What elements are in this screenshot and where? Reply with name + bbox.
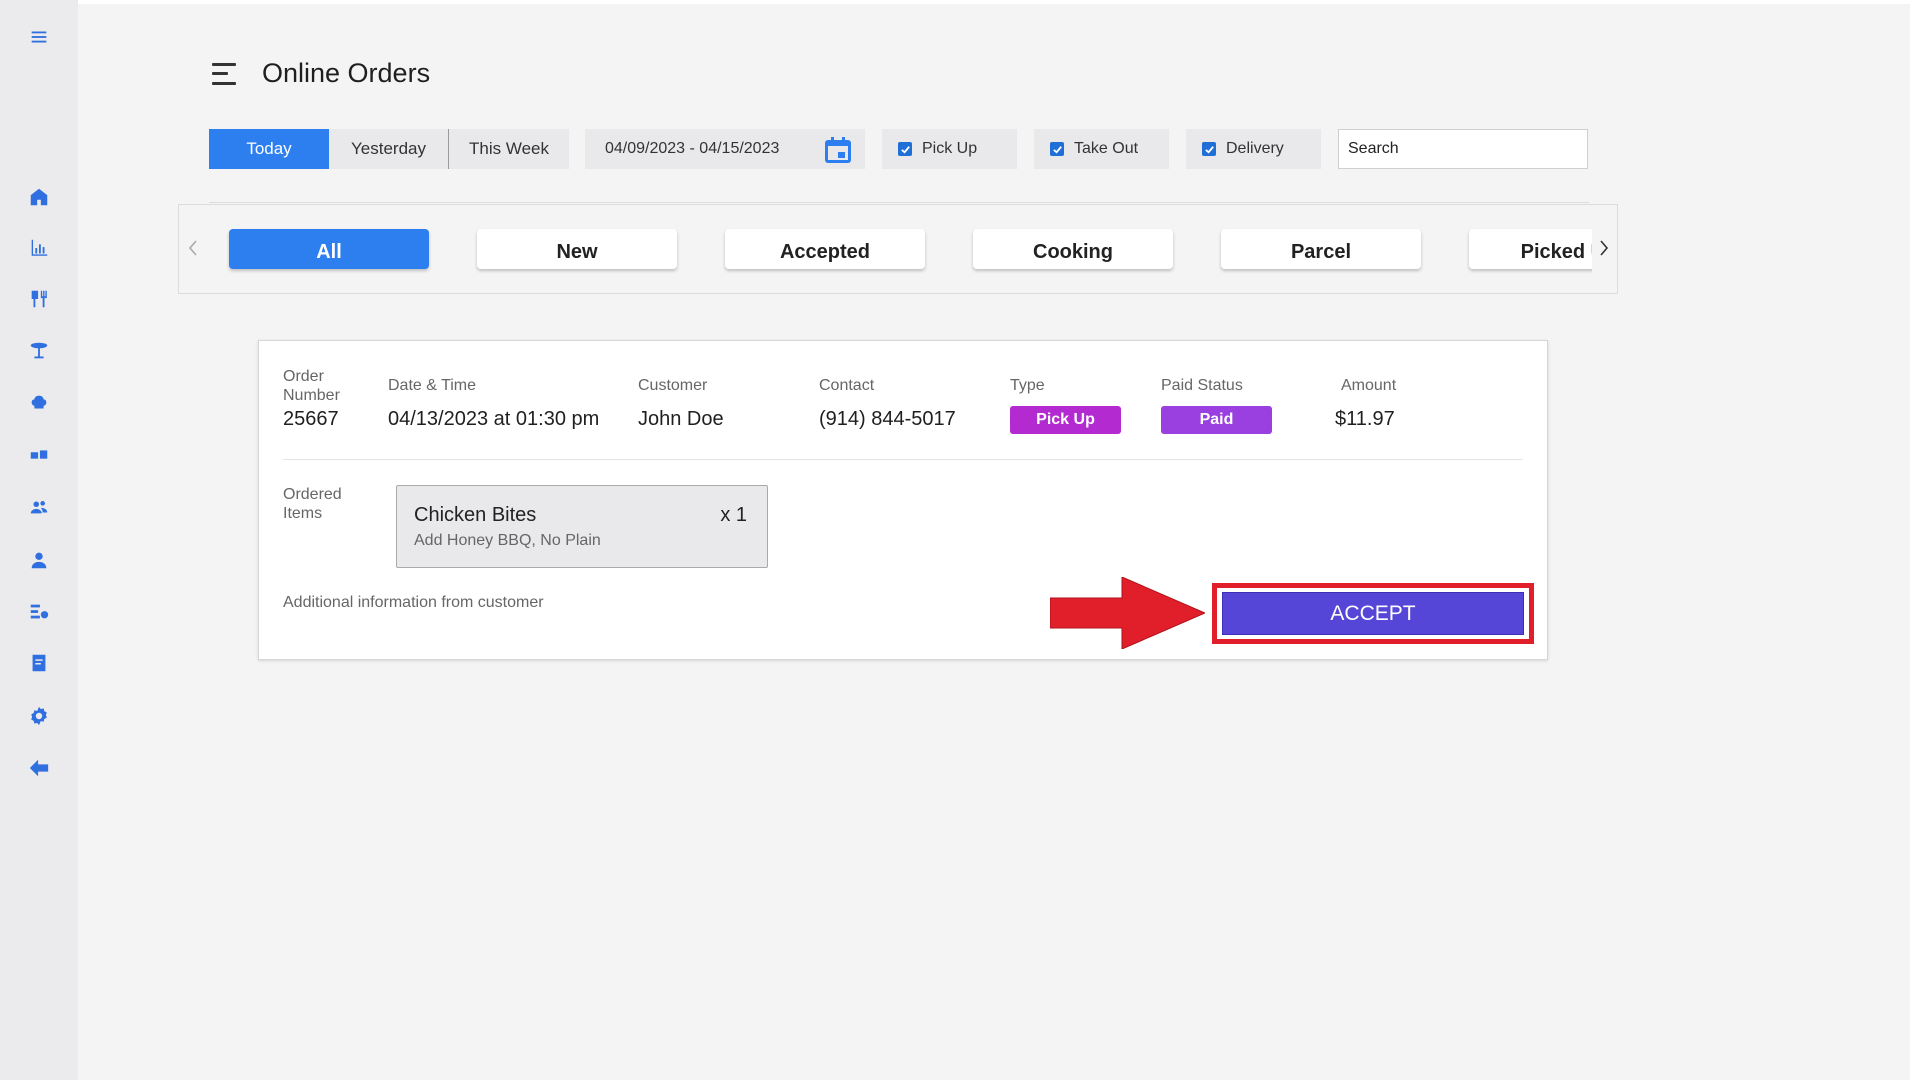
back-arrow-icon[interactable] (24, 753, 54, 783)
delivery-label: Delivery (1226, 140, 1284, 157)
red-arrow-icon (1050, 577, 1205, 649)
filter-menu-icon[interactable] (212, 62, 236, 85)
restaurant-icon[interactable] (24, 284, 54, 314)
type-badge: Pick Up (1010, 406, 1121, 434)
item-quantity: x 1 (720, 504, 747, 526)
search-input[interactable] (1338, 129, 1588, 169)
chevron-right-icon[interactable] (1594, 233, 1614, 263)
takeout-checkbox[interactable]: Take Out (1034, 129, 1169, 169)
tabs-viewport: All New Accepted Cooking Parcel Picked U… (179, 205, 1592, 293)
date-time-label: Date & Time (388, 377, 477, 394)
card-divider (283, 459, 1523, 460)
top-bar (78, 0, 1910, 4)
takeout-label: Take Out (1074, 140, 1139, 157)
check-icon[interactable] (1050, 142, 1064, 156)
order-date-time: 04/13/2023 at 01:30 pm (388, 408, 600, 430)
paid-status-label: Paid Status (1161, 377, 1243, 394)
order-number-label: Order Number (283, 368, 340, 404)
status-tab-picked-up[interactable]: Picked Up (1469, 229, 1592, 269)
delivery-checkbox[interactable]: Delivery (1186, 129, 1321, 169)
cards-icon[interactable] (24, 440, 54, 470)
customer-label: Customer (638, 377, 708, 394)
invoice-icon[interactable] (24, 648, 54, 678)
type-label: Type (1010, 377, 1045, 394)
chart-icon[interactable] (24, 233, 54, 263)
calendar-icon[interactable] (823, 135, 853, 165)
user-icon[interactable] (24, 545, 54, 575)
item-name: Chicken Bites (414, 504, 537, 526)
status-tab-all[interactable]: All (229, 229, 429, 269)
date-range-picker[interactable]: 04/09/2023 - 04/15/2023 (585, 129, 865, 169)
status-tab-cooking[interactable]: Cooking (973, 229, 1173, 269)
period-today-button[interactable]: Today (209, 129, 329, 169)
page-title: Online Orders (262, 58, 431, 88)
period-this-week-button[interactable]: This Week (449, 129, 569, 169)
table-icon[interactable] (24, 336, 54, 366)
paid-status-badge: Paid (1161, 406, 1272, 434)
page-header: Online Orders (212, 58, 430, 89)
check-icon[interactable] (898, 142, 912, 156)
pickup-checkbox[interactable]: Pick Up (882, 129, 1017, 169)
settings-icon[interactable] (24, 701, 54, 731)
status-tab-new[interactable]: New (477, 229, 677, 269)
date-range-text: 04/09/2023 - 04/15/2023 (605, 140, 780, 157)
additional-info-label: Additional information from customer (283, 594, 544, 611)
customers-icon[interactable] (24, 492, 54, 522)
contact-phone: (914) 844-5017 (819, 408, 956, 430)
period-yesterday-button[interactable]: Yesterday (329, 129, 449, 169)
ordered-items-label: Ordered Items (283, 486, 342, 522)
home-icon[interactable] (24, 182, 54, 212)
order-amount: $11.97 (1335, 408, 1395, 430)
ordered-item: Chicken Bites x 1 Add Honey BBQ, No Plai… (396, 485, 768, 568)
order-number: 25667 (283, 408, 339, 430)
contact-label: Contact (819, 377, 875, 394)
pickup-label: Pick Up (922, 140, 978, 157)
status-tab-accepted[interactable]: Accepted (725, 229, 925, 269)
divider (209, 202, 1589, 203)
item-modifiers: Add Honey BBQ, No Plain (414, 532, 601, 549)
status-tab-parcel[interactable]: Parcel (1221, 229, 1421, 269)
order-card: Order Number Date & Time Customer Contac… (258, 340, 1548, 660)
status-tabs: All New Accepted Cooking Parcel Picked U… (178, 204, 1618, 294)
customer-name: John Doe (638, 408, 724, 430)
menu-icon[interactable] (24, 22, 54, 52)
chef-hat-icon[interactable] (24, 388, 54, 418)
sidebar (0, 0, 78, 1080)
check-icon[interactable] (1202, 142, 1216, 156)
accept-button[interactable]: ACCEPT (1222, 592, 1524, 635)
amount-label: Amount (1341, 377, 1397, 394)
reports-icon[interactable] (24, 597, 54, 627)
